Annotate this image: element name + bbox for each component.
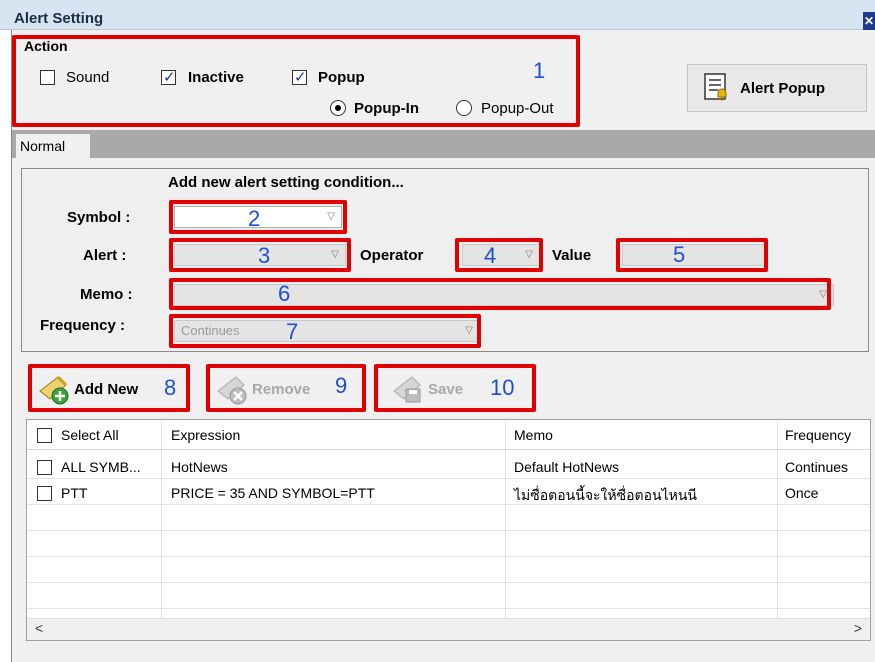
row-memo: Default HotNews <box>514 459 620 475</box>
annotation-number-1: 1 <box>533 58 546 83</box>
tab-strip: Normal <box>12 130 875 158</box>
row-symbol: PTT <box>61 485 88 501</box>
row-divider <box>27 530 870 531</box>
annotation-number-7: 7 <box>286 319 299 344</box>
annotation-number-6: 6 <box>278 281 291 306</box>
alert-popup-button[interactable]: Alert Popup <box>687 64 867 112</box>
row-divider <box>27 608 870 609</box>
form-heading: Add new alert setting condition... <box>168 174 404 191</box>
row-divider <box>27 478 870 479</box>
frequency-label: Frequency : <box>40 317 126 334</box>
row-divider <box>27 582 870 583</box>
annotation-number-8: 8 <box>164 375 177 400</box>
column-divider <box>505 420 506 620</box>
operator-label: Operator <box>360 247 424 264</box>
column-header-memo[interactable]: Memo <box>514 427 553 443</box>
annotation-number-9: 9 <box>335 373 348 398</box>
annotation-box-6 <box>169 278 831 310</box>
close-icon[interactable]: ✕ <box>863 12 875 30</box>
title-bar: Alert Setting ✕ <box>0 0 875 30</box>
tab-normal[interactable]: Normal <box>16 134 90 158</box>
window-title: Alert Setting <box>14 10 104 27</box>
row-divider <box>27 556 870 557</box>
column-divider <box>161 420 162 620</box>
row-expression: PRICE = 35 AND SYMBOL=PTT <box>171 485 375 501</box>
row-symbol: ALL SYMB... <box>61 459 141 475</box>
annotation-box-1 <box>12 35 580 127</box>
annotation-number-10: 10 <box>490 375 515 400</box>
alert-popup-label: Alert Popup <box>740 79 825 97</box>
alert-label: Alert : <box>83 247 127 264</box>
table-header: Select All Expression Memo Frequency <box>27 420 870 450</box>
row-frequency: Continues <box>785 459 849 475</box>
annotation-number-3: 3 <box>258 243 271 268</box>
annotation-box-5 <box>616 238 768 272</box>
row-frequency: Once <box>785 485 819 501</box>
annotation-number-2: 2 <box>248 206 261 231</box>
column-header-frequency[interactable]: Frequency <box>785 427 851 443</box>
symbol-label: Symbol : <box>67 209 131 226</box>
column-header-expression[interactable]: Expression <box>171 427 240 443</box>
annotation-box-7 <box>169 314 481 348</box>
row-divider <box>27 504 870 505</box>
annotation-number-4: 4 <box>484 243 497 268</box>
annotation-box-4 <box>455 238 543 272</box>
row-checkbox[interactable] <box>37 460 52 475</box>
alert-table: Select All Expression Memo Frequency ALL… <box>26 419 871 641</box>
row-expression: HotNews <box>171 459 228 475</box>
list-bell-icon <box>702 72 732 105</box>
select-all-label: Select All <box>61 427 119 443</box>
horizontal-scrollbar[interactable]: < > <box>27 618 870 640</box>
annotation-number-5: 5 <box>673 242 686 267</box>
select-all-checkbox[interactable] <box>37 428 52 443</box>
row-checkbox[interactable] <box>37 486 52 501</box>
column-divider <box>777 420 778 620</box>
scroll-left-icon[interactable]: < <box>35 620 43 636</box>
alert-setting-window: Action Sound Inactive Popup Popup-In Pop… <box>11 30 875 662</box>
value-label: Value <box>552 247 592 264</box>
scroll-right-icon[interactable]: > <box>854 620 862 636</box>
memo-label: Memo : <box>80 286 133 303</box>
